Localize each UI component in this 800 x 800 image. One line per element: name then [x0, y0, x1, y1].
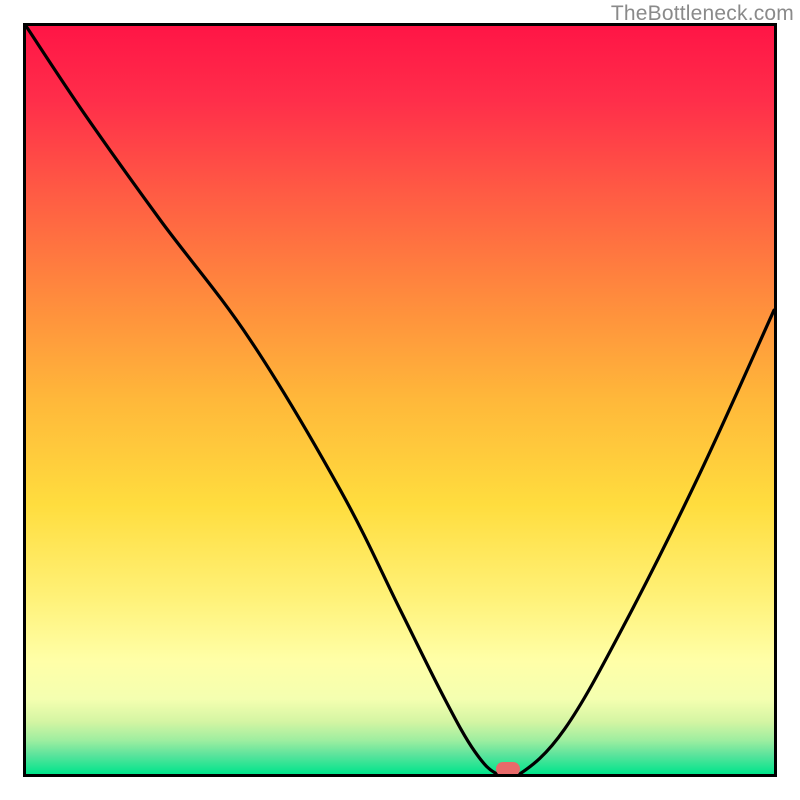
watermark-text: TheBottleneck.com: [611, 2, 794, 26]
plot-frame: [23, 23, 777, 777]
optimum-marker: [496, 762, 520, 776]
chart-container: TheBottleneck.com: [0, 0, 800, 800]
bottleneck-curve: [26, 26, 774, 774]
